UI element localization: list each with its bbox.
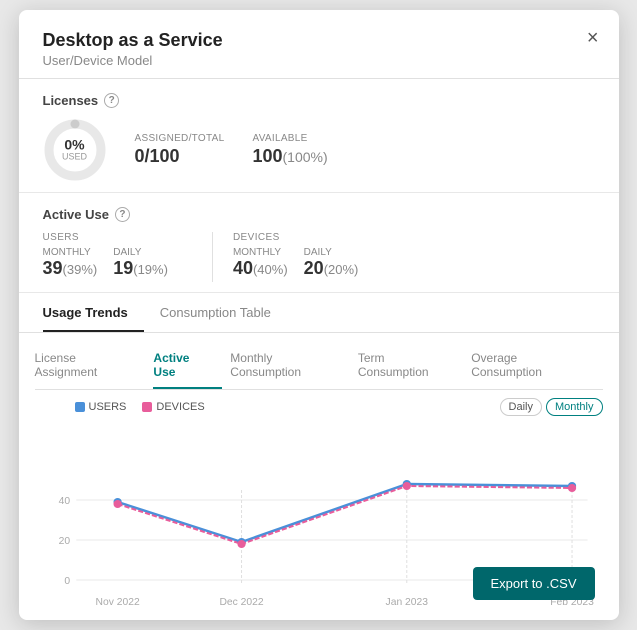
- licenses-help-icon[interactable]: ?: [104, 93, 119, 108]
- svg-text:Dec 2022: Dec 2022: [219, 597, 264, 608]
- chart-tab-term-consumption[interactable]: Term Consumption: [358, 343, 463, 389]
- users-monthly: MONTHLY 39(39%): [43, 247, 98, 279]
- assigned-stat: ASSIGNED/TOTAL 0/100: [135, 133, 225, 167]
- donut-pct: 0%: [62, 137, 87, 152]
- devices-monthly-label: MONTHLY: [233, 247, 288, 258]
- devices-daily-label: DAILY: [304, 247, 359, 258]
- export-csv-button[interactable]: Export to .CSV: [473, 567, 595, 600]
- legend-users-label: USERS: [89, 401, 127, 413]
- modal-title: Desktop as a Service: [43, 30, 595, 51]
- chart-tab-monthly-consumption[interactable]: Monthly Consumption: [230, 343, 350, 389]
- donut-label: USED: [62, 153, 87, 163]
- devices-monthly-value: 40(40%): [233, 258, 288, 279]
- assigned-value: 0/100: [135, 146, 225, 167]
- active-use-help-icon[interactable]: ?: [115, 207, 130, 222]
- users-monthly-label: MONTHLY: [43, 247, 98, 258]
- modal-subtitle: User/Device Model: [43, 53, 595, 68]
- donut-center: 0% USED: [62, 137, 87, 162]
- chart-tab-license-assignment[interactable]: License Assignment: [35, 343, 146, 389]
- users-group-title: USERS: [43, 232, 168, 243]
- devices-daily: DAILY 20(20%): [304, 247, 359, 279]
- view-monthly-button[interactable]: Monthly: [546, 398, 603, 416]
- devices-daily-value: 20(20%): [304, 258, 359, 279]
- vertical-divider: [212, 232, 213, 282]
- legend-devices: DEVICES: [142, 401, 204, 413]
- svg-text:0: 0: [64, 576, 70, 587]
- legend-users: USERS: [75, 401, 127, 413]
- active-use-section: Active Use ? USERS MONTHLY 39(39%) DAILY: [19, 193, 619, 293]
- svg-text:20: 20: [58, 536, 70, 547]
- donut-chart: 0% USED: [43, 118, 107, 182]
- close-button[interactable]: ×: [587, 28, 599, 48]
- outer-tabs: Usage Trends Consumption Table: [19, 293, 619, 333]
- legend-devices-label: DEVICES: [156, 401, 204, 413]
- tab-usage-trends[interactable]: Usage Trends: [43, 293, 144, 332]
- devices-stats: MONTHLY 40(40%) DAILY 20(20%): [233, 247, 358, 279]
- available-label: AVAILABLE: [252, 133, 327, 144]
- svg-text:40: 40: [58, 496, 70, 507]
- svg-text:Nov 2022: Nov 2022: [95, 597, 140, 608]
- available-stat: AVAILABLE 100(100%): [252, 133, 327, 167]
- svg-text:Jan 2023: Jan 2023: [385, 597, 428, 608]
- devices-group-title: DEVICES: [233, 232, 358, 243]
- licenses-section-title: Licenses ?: [43, 93, 595, 108]
- active-use-row: USERS MONTHLY 39(39%) DAILY 19(19%): [43, 232, 595, 282]
- chart-tab-overage-consumption[interactable]: Overage Consumption: [471, 343, 594, 389]
- chart-tab-active-use[interactable]: Active Use: [153, 343, 222, 389]
- chart-view-buttons: Daily Monthly: [500, 398, 603, 416]
- chart-legend: USERS DEVICES Daily Monthly: [75, 398, 603, 416]
- users-monthly-value: 39(39%): [43, 258, 98, 279]
- devices-monthly: MONTHLY 40(40%): [233, 247, 288, 279]
- users-daily-label: DAILY: [113, 247, 168, 258]
- legend-devices-dot: [142, 402, 152, 412]
- assigned-label: ASSIGNED/TOTAL: [135, 133, 225, 144]
- licenses-section: Licenses ? 0% USED ASSIGNED/TOTAL 0/100 …: [19, 79, 619, 193]
- modal: Desktop as a Service User/Device Model ×…: [19, 10, 619, 620]
- users-stats: MONTHLY 39(39%) DAILY 19(19%): [43, 247, 168, 279]
- users-daily: DAILY 19(19%): [113, 247, 168, 279]
- view-daily-button[interactable]: Daily: [500, 398, 542, 416]
- users-group: USERS MONTHLY 39(39%) DAILY 19(19%): [43, 232, 168, 279]
- active-use-title: Active Use ?: [43, 207, 595, 222]
- tab-consumption-table[interactable]: Consumption Table: [160, 293, 287, 332]
- modal-header: Desktop as a Service User/Device Model ×: [19, 10, 619, 79]
- available-value: 100(100%): [252, 146, 327, 167]
- legend-users-dot: [75, 402, 85, 412]
- users-daily-value: 19(19%): [113, 258, 168, 279]
- chart-inner-tabs: License Assignment Active Use Monthly Co…: [35, 343, 603, 390]
- devices-group: DEVICES MONTHLY 40(40%) DAILY 20(20%): [233, 232, 358, 279]
- licenses-row: 0% USED ASSIGNED/TOTAL 0/100 AVAILABLE 1…: [43, 118, 595, 182]
